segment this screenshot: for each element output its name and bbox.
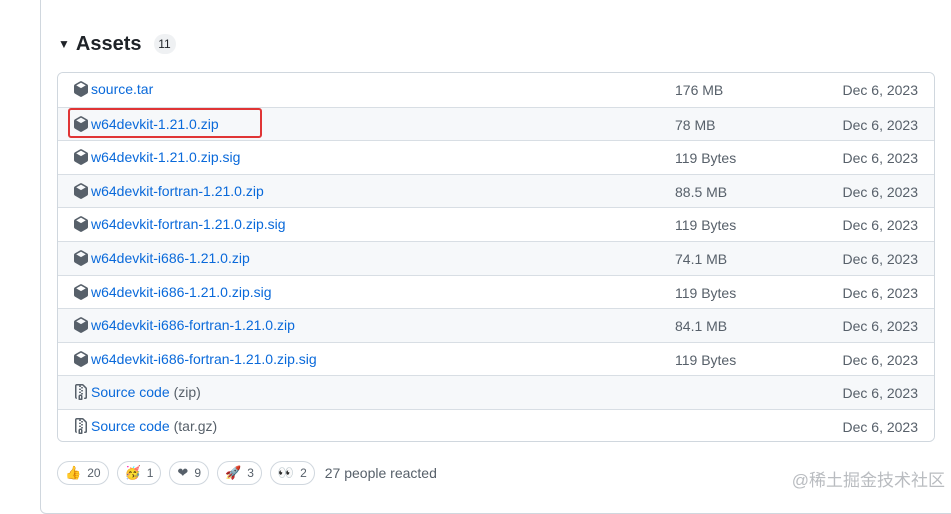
asset-name: w64devkit-i686-1.21.0.zip.sig	[91, 283, 272, 300]
asset-row: w64devkit-1.21.0.zip 78 MB Dec 6, 2023	[58, 106, 934, 141]
asset-row: w64devkit-fortran-1.21.0.zip.sig 119 Byte…	[58, 207, 934, 241]
asset-format: (zip)	[173, 384, 201, 401]
asset-size: 119 Bytes	[675, 351, 737, 368]
asset-date: Dec 6, 2023	[842, 318, 919, 335]
caret-down-icon[interactable]: ▼	[58, 37, 70, 51]
asset-row: Source code (tar.gz) Dec 6, 2023	[58, 408, 934, 441]
asset-link[interactable]: source.tar	[73, 81, 153, 97]
asset-size: 84.1 MB	[675, 318, 728, 335]
asset-link[interactable]: Source code (tar.gz)	[73, 417, 218, 434]
reaction-count: 2	[300, 466, 307, 480]
asset-size: 119 Bytes	[675, 284, 737, 301]
reaction-count: 3	[247, 466, 254, 480]
asset-name: source.tar	[91, 81, 154, 97]
assets-title: Assets	[75, 32, 142, 55]
reaction-button[interactable]: 🚀 3	[217, 461, 262, 485]
package-icon	[73, 317, 89, 334]
file-zip-icon	[73, 417, 89, 434]
asset-row: w64devkit-i686-fortran-1.21.0.zip 84.1 MB…	[58, 308, 934, 342]
asset-link[interactable]: w64devkit-fortran-1.21.0.zip.sig	[73, 216, 286, 232]
heart-icon: ❤	[177, 465, 189, 480]
package-icon	[73, 216, 89, 233]
asset-link[interactable]: w64devkit-i686-fortran-1.21.0.zip.sig	[73, 351, 317, 367]
reaction-button[interactable]: 👀 2	[269, 461, 315, 485]
package-icon	[73, 250, 89, 266]
package-icon	[73, 81, 89, 97]
asset-name: w64devkit-i686-fortran-1.21.0.zip.sig	[91, 350, 317, 367]
asset-row: source.tar 176 MB Dec 6, 2023	[58, 73, 934, 107]
party-icon: 🥳	[124, 465, 141, 480]
package-icon	[73, 350, 89, 367]
asset-date: Dec 6, 2023	[842, 150, 919, 167]
assets-count-badge: 11	[153, 34, 176, 54]
reactions-summary: 27 people reacted	[324, 465, 437, 481]
asset-name: Source code	[91, 417, 170, 434]
asset-size: 74.1 MB	[675, 250, 728, 267]
asset-link[interactable]: w64devkit-i686-fortran-1.21.0.zip	[73, 317, 295, 333]
asset-link[interactable]: w64devkit-1.21.0.zip.sig	[73, 149, 240, 165]
package-icon	[73, 283, 89, 300]
asset-size: 176 MB	[675, 82, 724, 98]
file-zip-icon	[73, 384, 89, 401]
rocket-icon: 🚀	[225, 465, 242, 480]
asset-date: Dec 6, 2023	[842, 418, 919, 435]
assets-list: source.tar 176 MB Dec 6, 2023 w64devkit-1.2…	[57, 72, 935, 442]
asset-row: w64devkit-fortran-1.21.0.zip 88.5 MB Dec 6…	[58, 173, 934, 208]
asset-row: w64devkit-1.21.0.zip.sig 119 Bytes Dec 6, …	[58, 140, 934, 174]
asset-row: Source code (zip) Dec 6, 2023	[58, 375, 934, 409]
asset-format: (tar.gz)	[173, 417, 218, 434]
assets-toggle[interactable]: ▼ Assets 11	[58, 30, 176, 58]
asset-date: Dec 6, 2023	[842, 250, 919, 267]
asset-name: w64devkit-fortran-1.21.0.zip	[91, 182, 264, 199]
watermark-text: @稀土掘金技术社区	[791, 471, 945, 490]
asset-link[interactable]: w64devkit-i686-1.21.0.zip.sig	[73, 284, 272, 300]
asset-row: w64devkit-i686-1.21.0.zip.sig 119 Bytes De…	[58, 274, 934, 309]
asset-size: 119 Bytes	[675, 150, 737, 167]
eyes-icon: 👀	[277, 465, 295, 480]
asset-link[interactable]: w64devkit-fortran-1.21.0.zip	[73, 183, 264, 199]
asset-link[interactable]: w64devkit-1.21.0.zip	[73, 116, 219, 132]
asset-row: w64devkit-i686-1.21.0.zip 74.1 MB Dec 6, 2…	[58, 240, 934, 275]
package-icon	[73, 182, 89, 199]
asset-date: Dec 6, 2023	[842, 351, 919, 368]
asset-date: Dec 6, 2023	[842, 82, 919, 98]
asset-link[interactable]: Source code (zip)	[73, 384, 201, 401]
asset-size: 119 Bytes	[675, 217, 737, 234]
reaction-count: 1	[146, 466, 154, 480]
reactions-bar: 👍 20 🥳 1 ❤ 9 🚀 3 👀 2 27 people reacted	[57, 461, 437, 485]
package-icon	[73, 115, 89, 132]
asset-date: Dec 6, 2023	[842, 284, 919, 301]
reaction-count: 9	[194, 466, 202, 480]
asset-date: Dec 6, 2023	[842, 217, 919, 234]
thumbs-up-icon: 👍	[65, 465, 82, 480]
asset-name: Source code	[91, 384, 170, 401]
asset-name: w64devkit-1.21.0.zip.sig	[91, 149, 241, 166]
asset-size: 78 MB	[675, 116, 716, 133]
reaction-count: 20	[87, 466, 101, 480]
reaction-button[interactable]: 👍 20	[57, 461, 109, 485]
asset-name: w64devkit-i686-1.21.0.zip	[91, 249, 250, 266]
asset-row: w64devkit-i686-fortran-1.21.0.zip.sig 119…	[58, 341, 934, 376]
asset-date: Dec 6, 2023	[842, 183, 919, 200]
asset-date: Dec 6, 2023	[842, 385, 919, 402]
package-icon	[73, 149, 89, 166]
asset-size: 88.5 MB	[675, 183, 728, 200]
asset-name: w64devkit-i686-fortran-1.21.0.zip	[91, 317, 295, 334]
reaction-button[interactable]: ❤ 9	[169, 461, 210, 485]
asset-name: w64devkit-1.21.0.zip	[91, 115, 219, 132]
reaction-button[interactable]: 🥳 1	[116, 461, 162, 485]
asset-date: Dec 6, 2023	[842, 116, 919, 133]
asset-link[interactable]: w64devkit-i686-1.21.0.zip	[73, 250, 250, 266]
asset-name: w64devkit-fortran-1.21.0.zip.sig	[91, 216, 286, 233]
